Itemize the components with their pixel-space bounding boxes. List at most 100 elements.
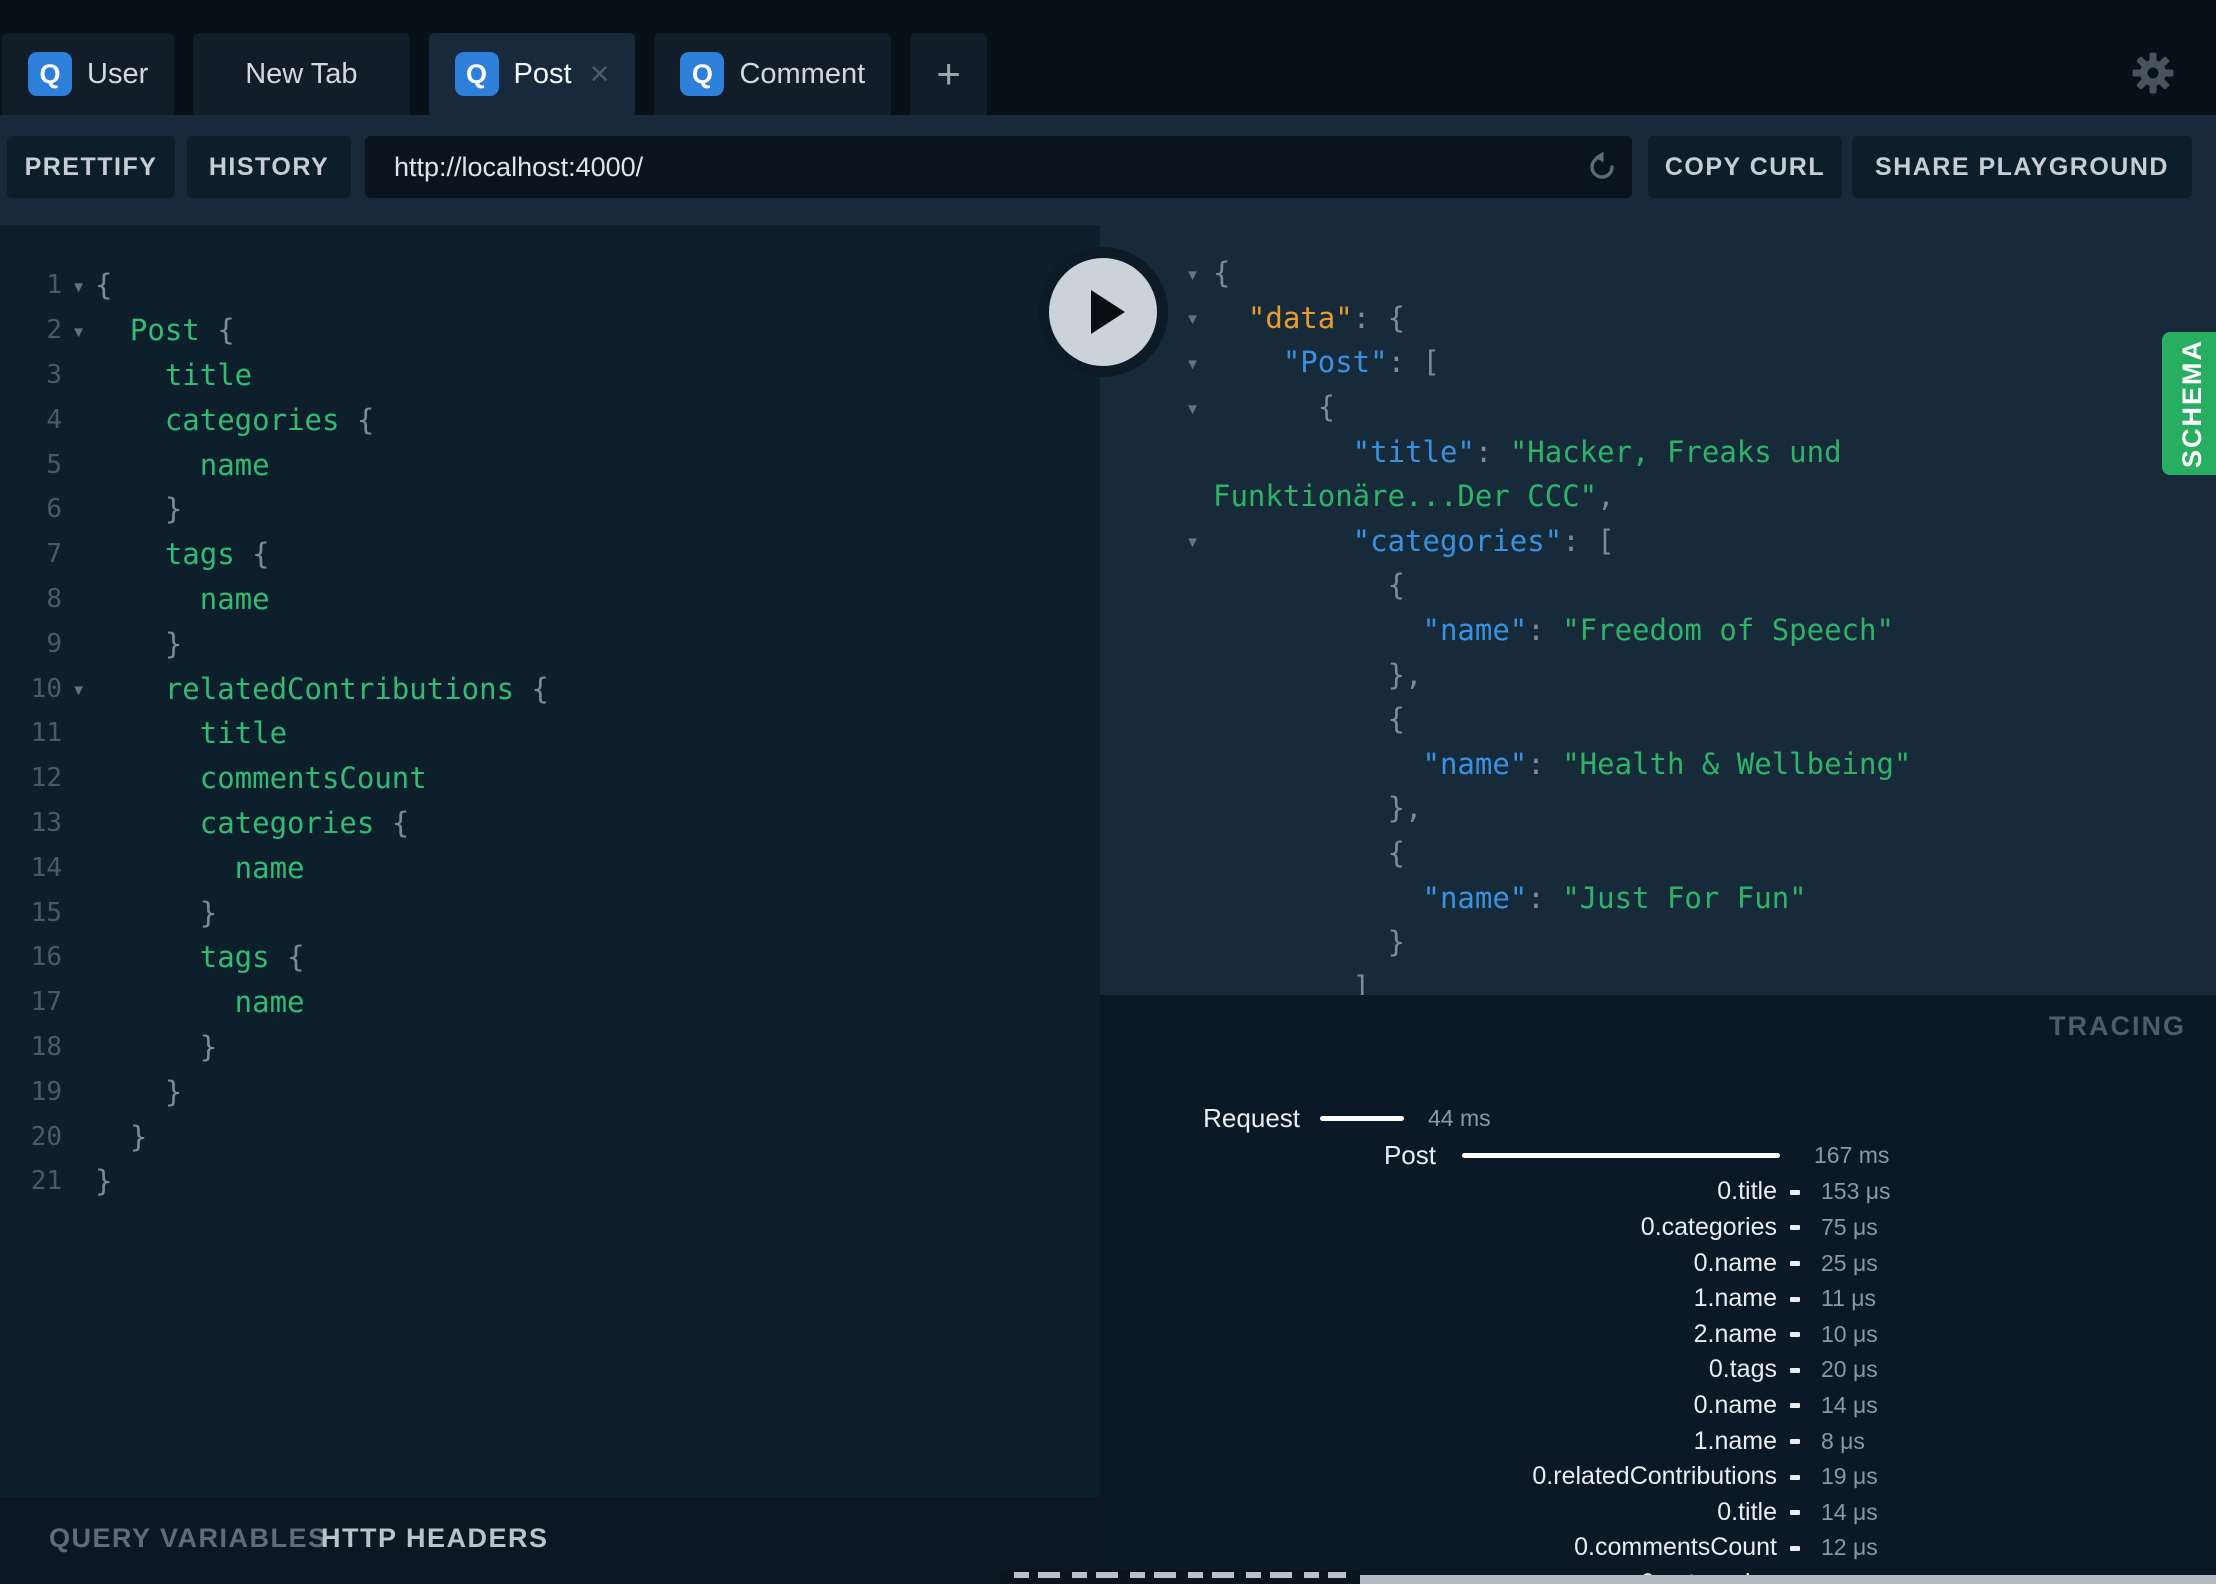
trace-field-time: 19 μs <box>1821 1463 1878 1490</box>
trace-field-row: 1.name 11 μs <box>1100 1281 2216 1317</box>
trace-field-row: 0.title 153 μs <box>1100 1174 2216 1210</box>
trace-duration-bar <box>1462 1153 1780 1158</box>
trace-dash <box>1790 1332 1800 1338</box>
code-text: categories { <box>95 402 375 437</box>
tab-list: Q User New Tab Q Post × Q Comment + <box>2 33 988 115</box>
fold-arrow-icon[interactable]: ▼ <box>62 678 95 699</box>
code-text: } <box>95 1074 183 1109</box>
trace-field-label: 2.name <box>1693 1319 1777 1348</box>
tab-user[interactable]: Q User <box>2 33 175 115</box>
line-number: 9 <box>46 628 62 659</box>
code-text: { <box>1213 256 1231 291</box>
trace-field-label: 0.title <box>1717 1497 1777 1526</box>
response-code-line: ▼ "categories": [ <box>1100 519 2216 564</box>
fold-arrow-icon[interactable]: ▼ <box>62 320 95 341</box>
tab-label: Post <box>513 57 572 90</box>
response-code-line: } <box>1100 920 2216 965</box>
code-text: "name": "Freedom of Speech" <box>1213 613 1894 648</box>
fold-gutter <box>1100 806 1200 810</box>
fold-gutter <box>1100 851 1200 855</box>
query-code-line: 2 ▼ Post { <box>0 308 1100 353</box>
code-text: } <box>95 492 183 527</box>
new-tab-button[interactable]: + <box>910 33 988 115</box>
line-number: 6 <box>46 494 62 525</box>
trace-field-label: 0.name <box>1693 1391 1777 1420</box>
line-number: 4 <box>46 404 62 435</box>
query-variables-tab[interactable]: QUERY VARIABLES <box>49 1523 328 1554</box>
tab-label: Comment <box>739 57 866 90</box>
fold-gutter <box>1100 762 1200 766</box>
trace-dash <box>1790 1403 1800 1409</box>
query-editor[interactable]: 1 ▼{2 ▼ Post {3 title 4 categories {5 name 6… <box>0 225 1100 1497</box>
line-number: 21 <box>30 1166 62 1197</box>
endpoint-url-input[interactable]: http://localhost:4000/ <box>365 136 1632 198</box>
http-headers-tab[interactable]: HTTP HEADERS <box>321 1523 549 1554</box>
fold-arrow-icon[interactable]: ▼ <box>1100 397 1200 418</box>
fold-arrow-icon[interactable]: ▼ <box>62 275 95 296</box>
history-button[interactable]: HISTORY <box>187 136 351 198</box>
trace-field-label: 1.name <box>1693 1426 1777 1455</box>
line-number: 15 <box>30 897 62 928</box>
trace-dash <box>1790 1438 1800 1444</box>
query-code-line: 20 } <box>0 1114 1100 1159</box>
trace-field-row: 0.relatedContributions 19 μs <box>1100 1459 2216 1495</box>
code-text: } <box>95 1164 113 1199</box>
query-code-line: 18 } <box>0 1025 1100 1070</box>
trace-duration-bar <box>1320 1116 1404 1121</box>
trace-span-row: Post 167 ms <box>1100 1137 2216 1174</box>
fold-gutter <box>62 911 95 915</box>
trace-span-label: Post <box>1383 1140 1436 1170</box>
fold-gutter <box>62 1179 95 1183</box>
code-text: }, <box>1213 791 1423 826</box>
trace-span-label: Request <box>1203 1103 1300 1133</box>
trace-dash <box>1790 1260 1800 1266</box>
endpoint-url-value: http://localhost:4000/ <box>394 151 644 182</box>
code-text: { <box>95 268 113 303</box>
code-text: }, <box>1213 657 1423 692</box>
share-playground-button[interactable]: SHARE PLAYGROUND <box>1852 136 2192 198</box>
response-code-line: }, <box>1100 786 2216 831</box>
tab-new-tab[interactable]: New Tab <box>193 33 410 115</box>
fold-gutter <box>62 955 95 959</box>
code-text: "name": "Health & Wellbeing" <box>1213 746 1912 781</box>
line-number: 18 <box>30 1031 62 1062</box>
code-text: tags { <box>95 537 270 572</box>
trace-dash <box>1790 1296 1800 1302</box>
fold-arrow-icon[interactable]: ▼ <box>1100 530 1200 551</box>
code-text: } <box>95 1029 218 1064</box>
code-text: "data": { <box>1213 300 1406 335</box>
response-code-line: "name": "Health & Wellbeing" <box>1100 742 2216 787</box>
trace-time: 167 ms <box>1814 1142 1890 1168</box>
tab-comment[interactable]: Q Comment <box>654 33 892 115</box>
prettify-button[interactable]: PRETTIFY <box>7 136 175 198</box>
response-code-line: ▼ "data": { <box>1100 296 2216 341</box>
response-code-line: Funktionäre...Der CCC", <box>1100 474 2216 519</box>
response-code-line: ▼{ <box>1100 251 2216 296</box>
tab-post[interactable]: Q Post × <box>428 33 636 115</box>
response-code-line: { <box>1100 697 2216 742</box>
query-code-line: 10 ▼ relatedContributions { <box>0 666 1100 711</box>
trace-dash <box>1790 1225 1800 1231</box>
code-text: { <box>1213 568 1406 603</box>
schema-tab[interactable]: SCHEMA <box>2162 332 2216 475</box>
tracing-title: TRACING <box>2049 1011 2186 1041</box>
reload-schema-icon[interactable] <box>1584 149 1620 185</box>
trace-field-row: 0.name 14 μs <box>1100 1388 2216 1424</box>
fold-gutter <box>1100 583 1200 587</box>
query-code-line: 9 } <box>0 621 1100 666</box>
code-text: "categories": [ <box>1213 523 1615 558</box>
fold-gutter <box>1100 673 1200 677</box>
query-code-line: 8 name <box>0 577 1100 622</box>
copy-curl-button[interactable]: COPY CURL <box>1648 136 1842 198</box>
execute-query-button[interactable] <box>1038 247 1168 377</box>
line-number: 13 <box>30 807 62 838</box>
trace-field-time: 14 μs <box>1821 1498 1878 1525</box>
trace-field-label: 0.relatedContributions <box>1532 1462 1777 1491</box>
response-code-line: ] <box>1100 965 2216 995</box>
tab-label: New Tab <box>245 57 358 90</box>
settings-gear-icon[interactable] <box>2131 51 2175 95</box>
trace-field-label: 0.categories <box>1640 1213 1777 1242</box>
close-tab-icon[interactable]: × <box>590 57 610 91</box>
fold-gutter <box>62 1135 95 1139</box>
trace-field-label: 0.commentsCount <box>1574 1533 1777 1562</box>
